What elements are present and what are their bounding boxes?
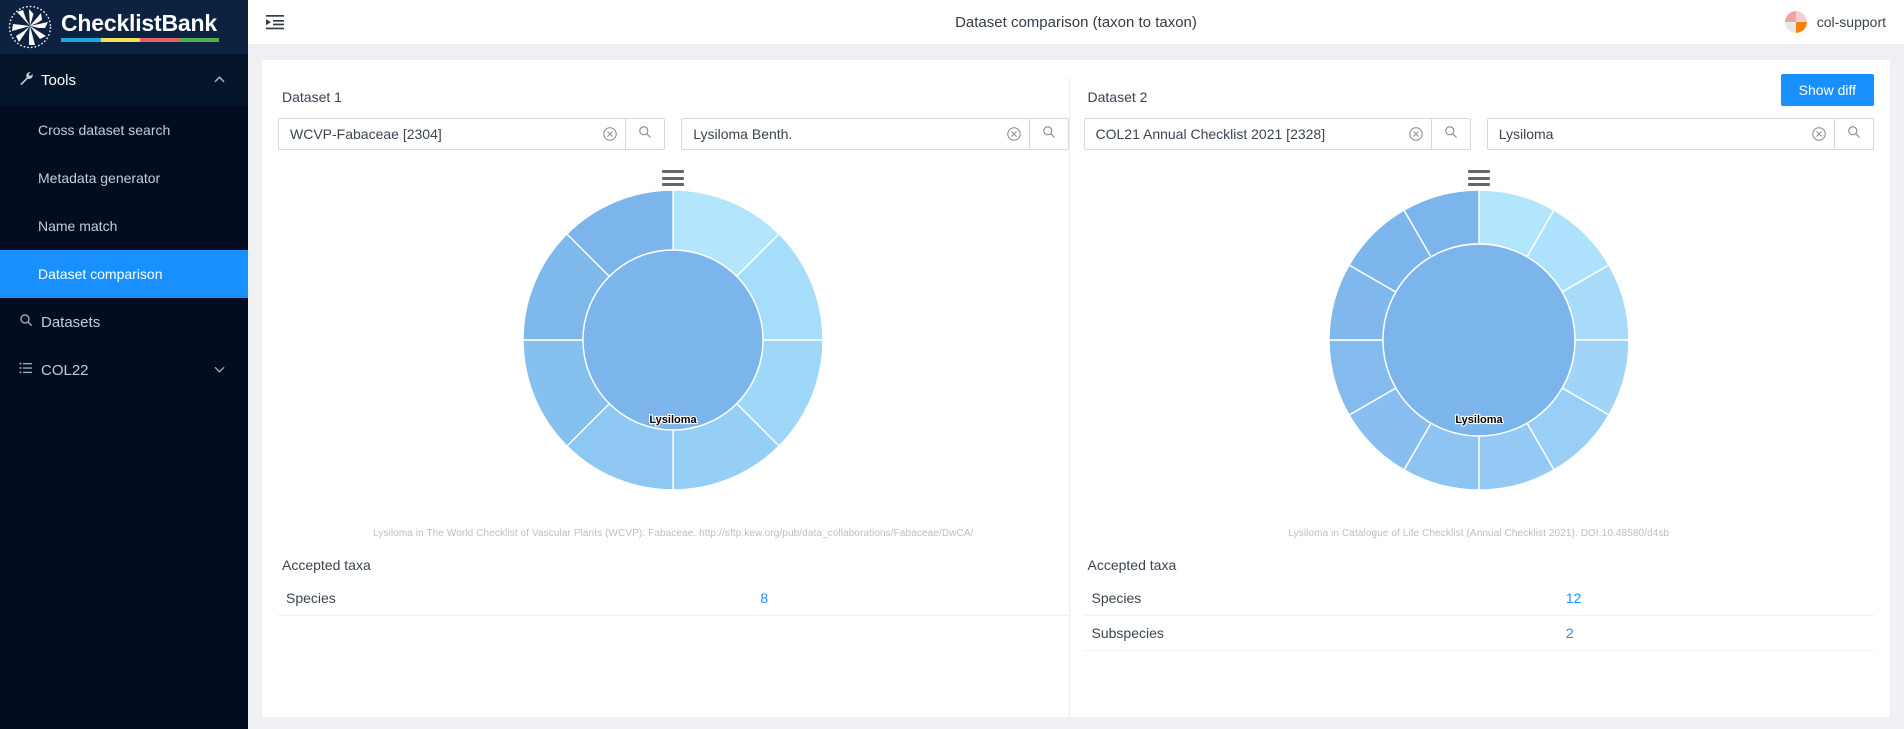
sidebar-item-col22[interactable]: COL22 (0, 346, 248, 394)
user-name: col-support (1816, 14, 1886, 30)
app-root: ChecklistBank Tools Cross dataset search… (0, 0, 1904, 729)
sunburst-chart-1: Lysiloma (278, 160, 1069, 526)
sidebar-group-label: Tools (41, 71, 77, 89)
dataset-1-citation: Lysiloma in The World Checklist of Vascu… (373, 528, 974, 539)
table-row: Species 12 (1083, 581, 1874, 616)
dataset-panel-1: Dataset 1 WCVP-Fabaceae [2304] Lysiloma … (278, 78, 1069, 717)
search-icon (19, 313, 41, 331)
panel-1-search-row: WCVP-Fabaceae [2304] Lysiloma Benth. (278, 116, 1069, 150)
brand-name: ChecklistBank (61, 10, 217, 36)
brand-text-block: ChecklistBank (61, 12, 219, 42)
taxon-1-value: Lysiloma Benth. (693, 126, 793, 142)
taxon-1-search-button[interactable] (1028, 118, 1069, 150)
dataset-1-label: Dataset 1 (282, 89, 342, 105)
close-circle-icon[interactable] (603, 127, 617, 141)
dataset-2-value: COL21 Annual Checklist 2021 [2328] (1095, 126, 1326, 142)
close-circle-icon[interactable] (1812, 127, 1826, 141)
accepted-taxa-title-1: Accepted taxa (282, 557, 371, 573)
brand-color-rule (61, 38, 219, 42)
dataset-1-value: WCVP-Fabaceae [2304] (290, 126, 442, 142)
comparison-card: Dataset 1 WCVP-Fabaceae [2304] Lysiloma … (262, 60, 1890, 717)
dataset-1-search-group: WCVP-Fabaceae [2304] (278, 118, 666, 150)
dataset-2-search-group: COL21 Annual Checklist 2021 [2328] (1083, 118, 1471, 150)
sidebar-item-dataset-comparison[interactable]: Dataset comparison (0, 250, 248, 298)
sunburst-1-svg: Lysiloma (523, 190, 824, 490)
page-title: Dataset comparison (taxon to taxon) (955, 13, 1197, 31)
sidebar-item-name-match[interactable]: Name match (0, 202, 248, 250)
search-icon (1042, 125, 1056, 144)
sidebar-item-label: Name match (38, 218, 118, 234)
chart-context-menu-icon[interactable] (1467, 170, 1490, 186)
sunburst-chart-2: Lysiloma (1084, 160, 1875, 526)
sunburst-1-center[interactable] (582, 249, 764, 431)
dataset-2-search-button[interactable] (1430, 118, 1471, 150)
taxa-count-link[interactable]: 12 (1557, 581, 1874, 616)
dataset-2-citation: Lysiloma in Catalogue of Life Checklist … (1288, 528, 1670, 539)
user-menu[interactable]: col-support (1784, 11, 1886, 33)
main-area: Dataset comparison (taxon to taxon) col-… (248, 0, 1904, 729)
taxon-2-input[interactable]: Lysiloma (1486, 118, 1834, 150)
taxa-rank-cell: Subspecies (1083, 615, 1558, 651)
search-icon (1847, 125, 1861, 144)
taxon-2-value: Lysiloma (1498, 126, 1554, 142)
menu-fold-icon[interactable] (262, 9, 288, 35)
accepted-taxa-table-2: Species 12 Subspecies 2 (1083, 581, 1874, 651)
sunburst-1-center-label: Lysiloma (650, 414, 698, 426)
panel-1-header: Dataset 1 (278, 78, 1069, 116)
sunburst-2-center-label: Lysiloma (1455, 414, 1503, 426)
taxa-rank-cell: Species (1083, 581, 1558, 616)
dataset-2-input[interactable]: COL21 Annual Checklist 2021 [2328] (1083, 118, 1431, 150)
accepted-taxa-title-2: Accepted taxa (1087, 557, 1177, 573)
panel-2-search-row: COL21 Annual Checklist 2021 [2328] Lysil… (1083, 116, 1874, 150)
sidebar-item-label: Datasets (41, 313, 101, 331)
list-icon (19, 361, 41, 379)
dataset-panel-2: Dataset 2 Show diff COL21 Annual Checkli… (1068, 74, 1875, 717)
sidebar-item-label: Cross dataset search (38, 122, 171, 138)
chevron-down-icon (214, 362, 228, 379)
sidebar-item-cross-dataset-search[interactable]: Cross dataset search (0, 106, 248, 154)
content-wrapper: Dataset 1 WCVP-Fabaceae [2304] Lysiloma … (248, 44, 1904, 729)
sidebar-item-label: COL22 (41, 361, 89, 379)
sidebar-item-label: Dataset comparison (38, 266, 163, 282)
checklistbank-flower-logo (8, 5, 52, 49)
user-avatar-pie (1784, 11, 1807, 33)
dataset-2-label: Dataset 2 (1087, 89, 1148, 105)
tools-wrench-icon (19, 71, 41, 90)
show-diff-button[interactable]: Show diff (1780, 74, 1874, 106)
sidebar-item-label: Metadata generator (38, 170, 161, 186)
close-circle-icon[interactable] (1006, 127, 1021, 141)
sidebar-group-tools[interactable]: Tools (0, 54, 248, 106)
close-circle-icon[interactable] (1409, 127, 1423, 141)
panel-2-header: Dataset 2 Show diff (1084, 74, 1874, 116)
taxon-1-input[interactable]: Lysiloma Benth. (681, 118, 1029, 150)
taxa-rank-cell: Species (278, 581, 753, 616)
sidebar: ChecklistBank Tools Cross dataset search… (0, 0, 248, 729)
sunburst-2-center[interactable] (1382, 243, 1576, 437)
chevron-up-icon (214, 72, 228, 89)
sidebar-item-metadata-generator[interactable]: Metadata generator (0, 154, 248, 202)
table-row: Subspecies 2 (1083, 615, 1874, 651)
sidebar-item-datasets[interactable]: Datasets (0, 298, 248, 346)
taxon-1-search-group: Lysiloma Benth. (681, 118, 1069, 150)
dataset-1-search-button[interactable] (625, 118, 666, 150)
brand-logo[interactable]: ChecklistBank (0, 0, 248, 54)
table-row: Species 8 (278, 581, 1069, 616)
top-bar: Dataset comparison (taxon to taxon) col-… (248, 0, 1904, 44)
accepted-taxa-table-1: Species 8 (278, 581, 1069, 616)
taxon-2-search-group: Lysiloma (1486, 118, 1874, 150)
dataset-1-input[interactable]: WCVP-Fabaceae [2304] (278, 118, 626, 150)
taxa-count-link[interactable]: 2 (1557, 615, 1874, 651)
chart-context-menu-icon[interactable] (662, 170, 685, 186)
taxa-count-link[interactable]: 8 (752, 581, 1069, 616)
search-icon (638, 125, 652, 144)
search-icon (1444, 125, 1458, 144)
taxon-2-search-button[interactable] (1834, 118, 1874, 150)
sunburst-2-svg: Lysiloma (1328, 190, 1629, 490)
